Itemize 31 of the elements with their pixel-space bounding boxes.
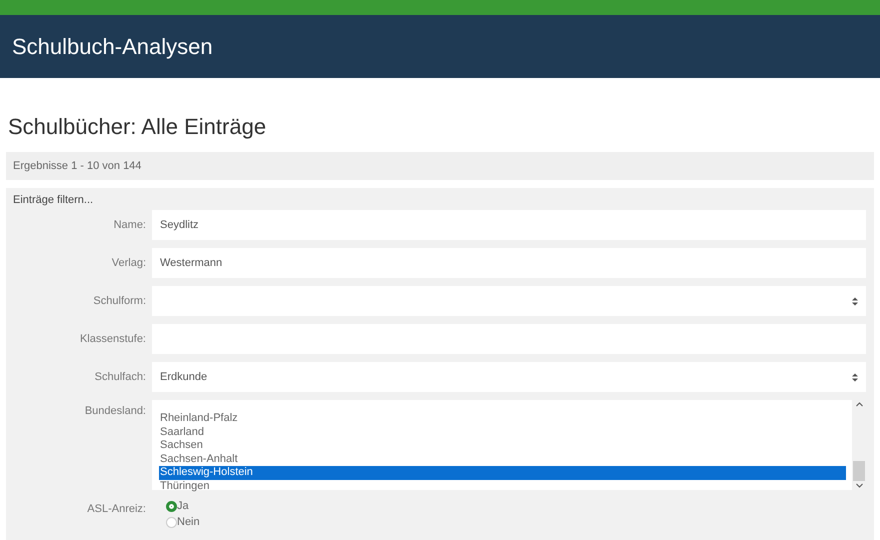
list-option[interactable]: Sachsen-Anhalt bbox=[159, 452, 846, 466]
radio-button[interactable] bbox=[166, 516, 177, 528]
listbox[interactable]: Rheinland-Pfalz Saarland Sachsen Sachsen-Anhalt Schleswig-Holstein Thüringen bbox=[152, 400, 866, 490]
select-field[interactable]: Erdkunde bbox=[152, 362, 866, 392]
select-arrows-icon bbox=[852, 296, 858, 306]
field-label: Verlag: bbox=[110, 257, 146, 269]
list-option[interactable]: Sachsen bbox=[159, 439, 846, 452]
radio-label[interactable]: Nein bbox=[177, 516, 200, 528]
app-title: Schulbuch-Analysen bbox=[12, 34, 213, 60]
field-label: ASL-Anreiz: bbox=[86, 502, 146, 515]
list-option[interactable]: Rheinland-Pfalz bbox=[159, 412, 846, 426]
scroll-up-icon[interactable] bbox=[856, 402, 862, 407]
scroll-thumb[interactable] bbox=[853, 461, 865, 481]
list-option[interactable]: Saarland bbox=[159, 426, 846, 439]
radio-button[interactable] bbox=[166, 500, 177, 512]
field-label: Schulform: bbox=[92, 295, 146, 307]
list-option[interactable]: Schleswig-Holstein bbox=[159, 466, 846, 480]
field-label: Bundesland: bbox=[84, 404, 146, 417]
input-field[interactable]: Seydlitz bbox=[152, 210, 866, 240]
field-label: Name: bbox=[112, 219, 146, 231]
list-option[interactable]: Thüringen bbox=[159, 480, 846, 493]
field-label: Schulfach: bbox=[94, 371, 146, 383]
scroll-down-icon[interactable] bbox=[856, 483, 862, 488]
results-count: Ergebnisse 1 - 10 von 144 bbox=[6, 152, 874, 180]
field-label: Klassenstufe: bbox=[78, 333, 146, 345]
radio-label[interactable]: Ja bbox=[177, 500, 189, 512]
input-field[interactable]: Westermann bbox=[152, 248, 866, 278]
select-arrows-icon bbox=[852, 372, 858, 382]
select-field[interactable] bbox=[152, 286, 866, 316]
page-title: Schulbücher: Alle Einträge bbox=[8, 114, 268, 141]
filter-title: Einträge filtern... bbox=[13, 194, 94, 206]
